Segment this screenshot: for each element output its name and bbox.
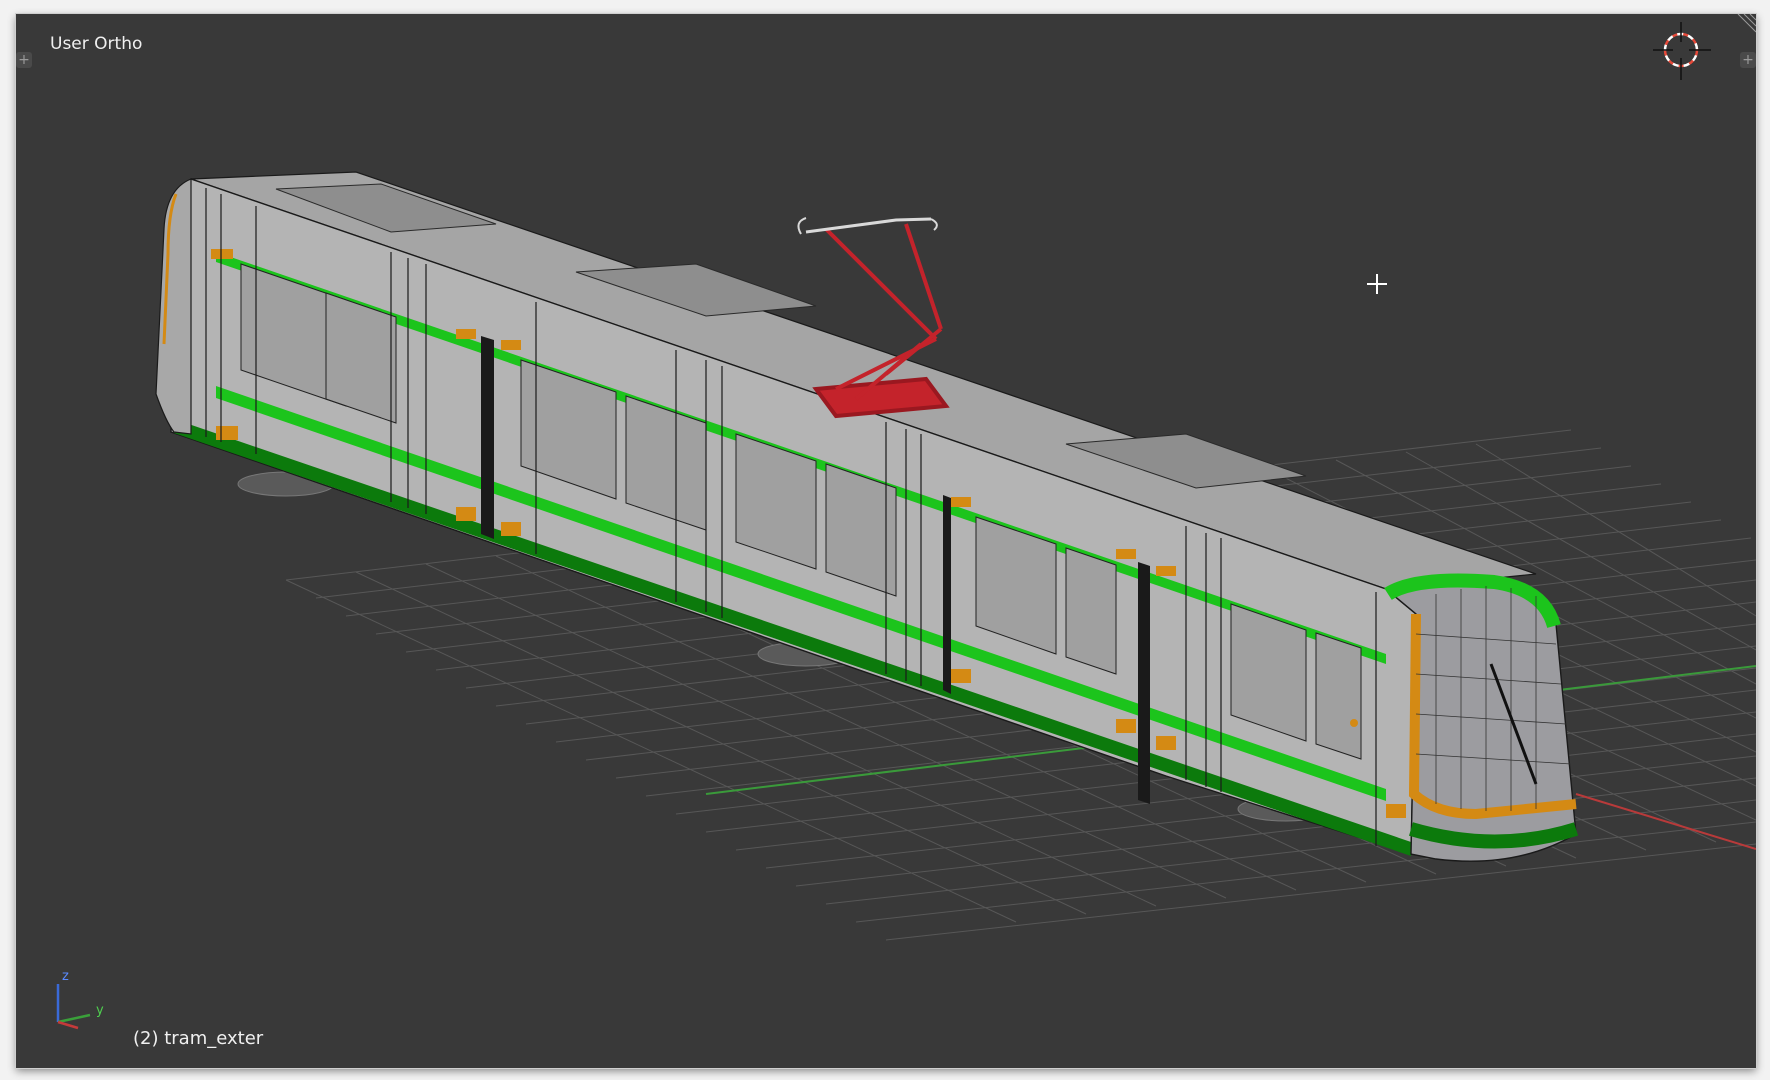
3d-cursor-icon — [1653, 22, 1711, 80]
axes-gizmo: z y — [56, 969, 104, 1030]
x-axis-line — [1575, 793, 1756, 850]
scene-canvas[interactable]: z y — [16, 14, 1756, 1068]
3d-viewport[interactable]: z y + + User Ortho (2) tram_exter — [16, 14, 1756, 1068]
area-corner-hatch-icon[interactable] — [1732, 14, 1756, 38]
active-object-label: (2) tram_exter — [133, 1028, 264, 1049]
area-split-icon-left[interactable]: + — [16, 52, 32, 68]
crosshair-cursor-icon — [1367, 274, 1387, 294]
tram-rear-cab — [155, 178, 192, 435]
tram-model[interactable] — [155, 171, 1579, 862]
area-split-icon-right[interactable]: + — [1740, 52, 1756, 68]
view-mode-label: User Ortho — [50, 34, 143, 54]
gizmo-z-label: z — [62, 969, 69, 984]
gizmo-y-label: y — [96, 1003, 104, 1018]
